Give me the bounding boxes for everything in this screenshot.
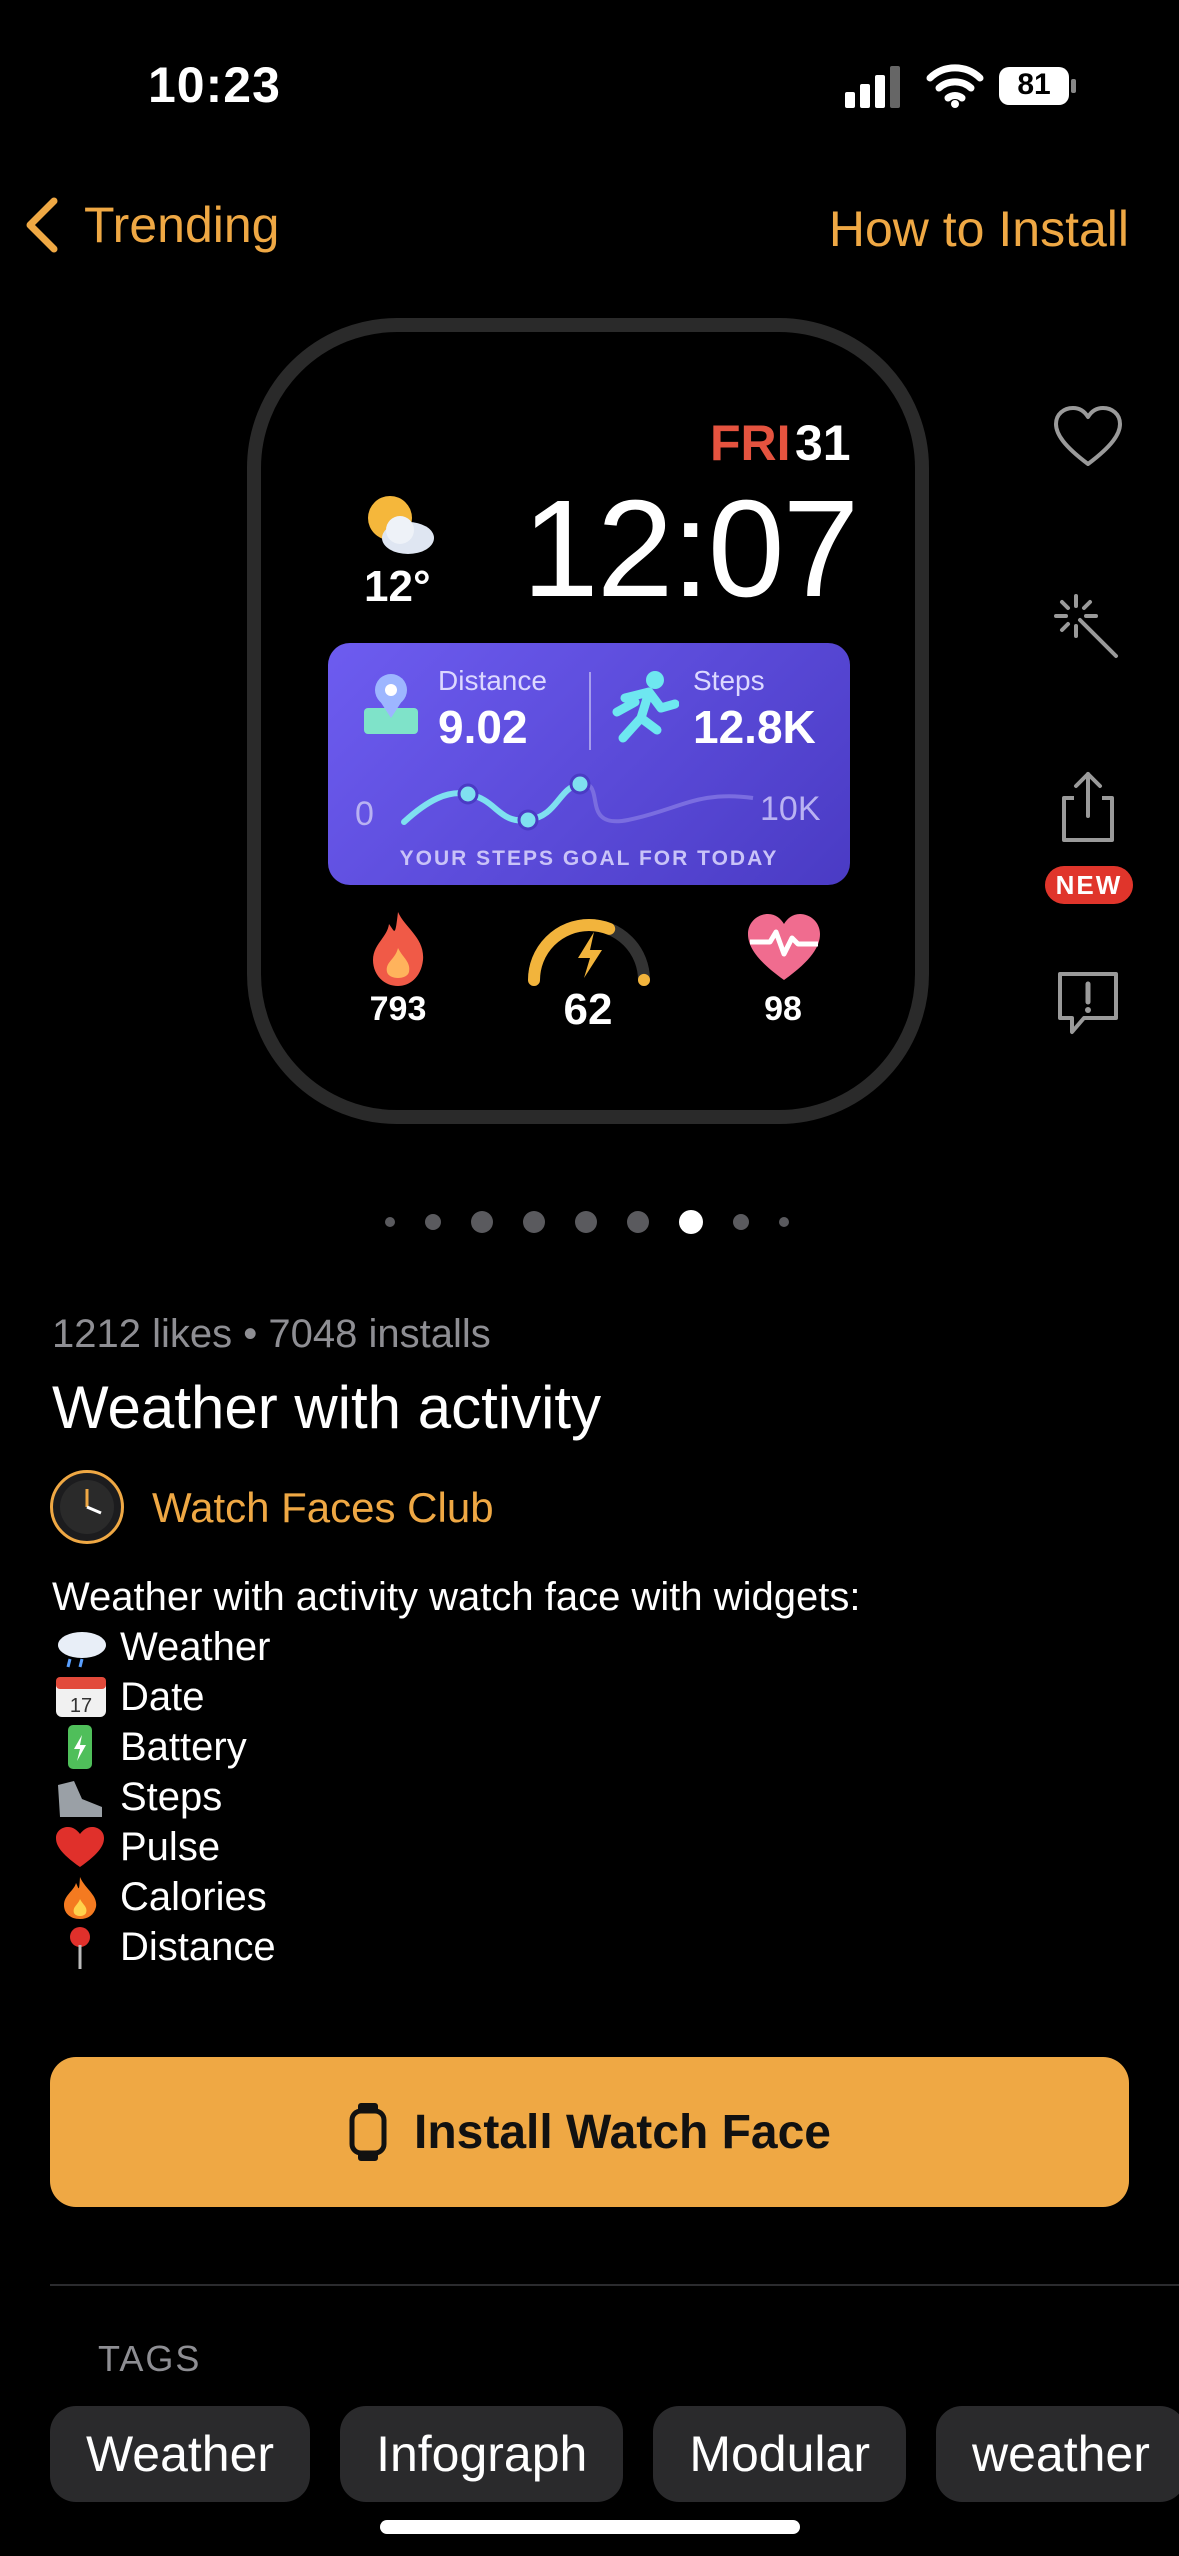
description: Weather with activity watch face with wi… xyxy=(52,1572,860,1972)
section-divider xyxy=(50,2284,1179,2286)
install-watch-face-button[interactable]: Install Watch Face xyxy=(50,2057,1129,2207)
carousel-dot[interactable] xyxy=(679,1210,703,1234)
steps-range-end: 10K xyxy=(760,790,821,828)
steps-range-start: 0 xyxy=(355,795,374,833)
likes-installs-meta: 1212 likes • 7048 installs xyxy=(52,1312,491,1356)
cellular-signal-icon xyxy=(845,66,900,108)
tag-chip[interactable]: Modular xyxy=(653,2406,906,2502)
flame-icon xyxy=(373,912,424,986)
feature-label: Date xyxy=(120,1675,205,1719)
shoe-icon xyxy=(58,1781,102,1817)
pin-icon xyxy=(70,1927,90,1969)
carousel-dot[interactable] xyxy=(627,1211,649,1233)
tag-chip[interactable]: weather xyxy=(935,2406,1179,2502)
battery-indicator: 81 xyxy=(998,66,1078,106)
author-name[interactable]: Watch Faces Club xyxy=(152,1484,494,1532)
steps-value: 12.8K xyxy=(693,701,816,753)
wifi-icon xyxy=(926,64,984,108)
calendar-icon: 17 xyxy=(56,1677,106,1717)
tags-row: Weather Infograph Modular weather xyxy=(50,2406,1179,2502)
heart-icon xyxy=(56,1827,104,1867)
watch-day: FRI xyxy=(710,415,791,471)
heart-pulse-icon xyxy=(748,914,820,980)
how-to-install-link[interactable]: How to Install xyxy=(829,200,1129,258)
carousel-dot[interactable] xyxy=(471,1211,493,1233)
watch-temperature: 12° xyxy=(364,562,431,611)
page-title: Weather with activity xyxy=(52,1374,602,1441)
feature-item: Pulse xyxy=(52,1822,860,1872)
carousel-dot[interactable] xyxy=(575,1211,597,1233)
carousel-dot[interactable] xyxy=(523,1211,545,1233)
feature-item: Distance xyxy=(52,1922,860,1972)
watch-time: 12:07 xyxy=(522,472,859,626)
carousel-dot[interactable] xyxy=(425,1214,441,1230)
install-button-label: Install Watch Face xyxy=(414,2105,831,2159)
partly-cloudy-icon xyxy=(368,496,434,554)
watch-day-number: 31 xyxy=(795,415,851,471)
carousel-page-indicator[interactable] xyxy=(370,1210,804,1234)
tag-chip[interactable]: Weather xyxy=(50,2406,311,2502)
chevron-left-icon xyxy=(26,197,58,253)
feature-label: Weather xyxy=(120,1625,271,1669)
feature-item: 17 Date xyxy=(52,1672,860,1722)
report-icon[interactable] xyxy=(1050,964,1126,1040)
feature-label: Steps xyxy=(120,1775,223,1819)
author-avatar[interactable] xyxy=(50,1470,124,1544)
distance-value: 9.02 xyxy=(438,701,528,753)
status-time: 10:23 xyxy=(148,57,281,113)
svg-text:17: 17 xyxy=(70,1695,92,1717)
description-intro: Weather with activity watch face with wi… xyxy=(52,1575,861,1619)
battery-percent: 81 xyxy=(1017,68,1051,101)
feature-label: Calories xyxy=(120,1875,267,1919)
carousel-dot[interactable] xyxy=(733,1214,749,1230)
flame-icon xyxy=(64,1877,97,1919)
new-badge: NEW xyxy=(1045,866,1133,904)
carousel-dot[interactable] xyxy=(385,1217,395,1227)
feature-label: Battery xyxy=(120,1725,247,1769)
feature-item: Battery xyxy=(52,1722,860,1772)
share-icon[interactable] xyxy=(1050,768,1126,844)
battery-gauge xyxy=(528,919,650,986)
steps-goal-text: YOUR STEPS GOAL FOR TODAY xyxy=(399,847,779,870)
feature-item: Calories xyxy=(52,1872,860,1922)
clock-icon xyxy=(60,1480,114,1534)
tags-title: TAGS xyxy=(98,2338,202,2379)
lightning-icon xyxy=(578,932,602,978)
pulse-value: 98 xyxy=(764,990,802,1028)
feature-item: Weather xyxy=(52,1622,860,1672)
feature-label: Distance xyxy=(120,1925,276,1969)
carousel-dot[interactable] xyxy=(779,1217,789,1227)
steps-label: Steps xyxy=(693,665,765,696)
calories-value: 793 xyxy=(369,990,427,1028)
magic-wand-icon[interactable] xyxy=(1050,590,1126,666)
feature-label: Pulse xyxy=(120,1825,221,1869)
back-button[interactable]: Trending xyxy=(22,195,279,255)
heart-icon[interactable] xyxy=(1050,400,1126,476)
home-indicator[interactable] xyxy=(380,2520,800,2534)
steps-progress-path xyxy=(401,773,754,831)
runner-icon xyxy=(612,671,679,743)
map-pin-icon xyxy=(364,674,418,734)
back-label: Trending xyxy=(84,197,280,253)
distance-label: Distance xyxy=(438,665,547,696)
watch-icon xyxy=(349,2103,387,2161)
tag-chip[interactable]: Infograph xyxy=(340,2406,624,2502)
battery-gauge-value: 62 xyxy=(563,985,613,1034)
feature-item: Steps xyxy=(52,1772,860,1822)
battery-icon xyxy=(68,1725,92,1769)
cloud-rain-icon xyxy=(58,1632,106,1668)
card-divider xyxy=(589,672,591,750)
